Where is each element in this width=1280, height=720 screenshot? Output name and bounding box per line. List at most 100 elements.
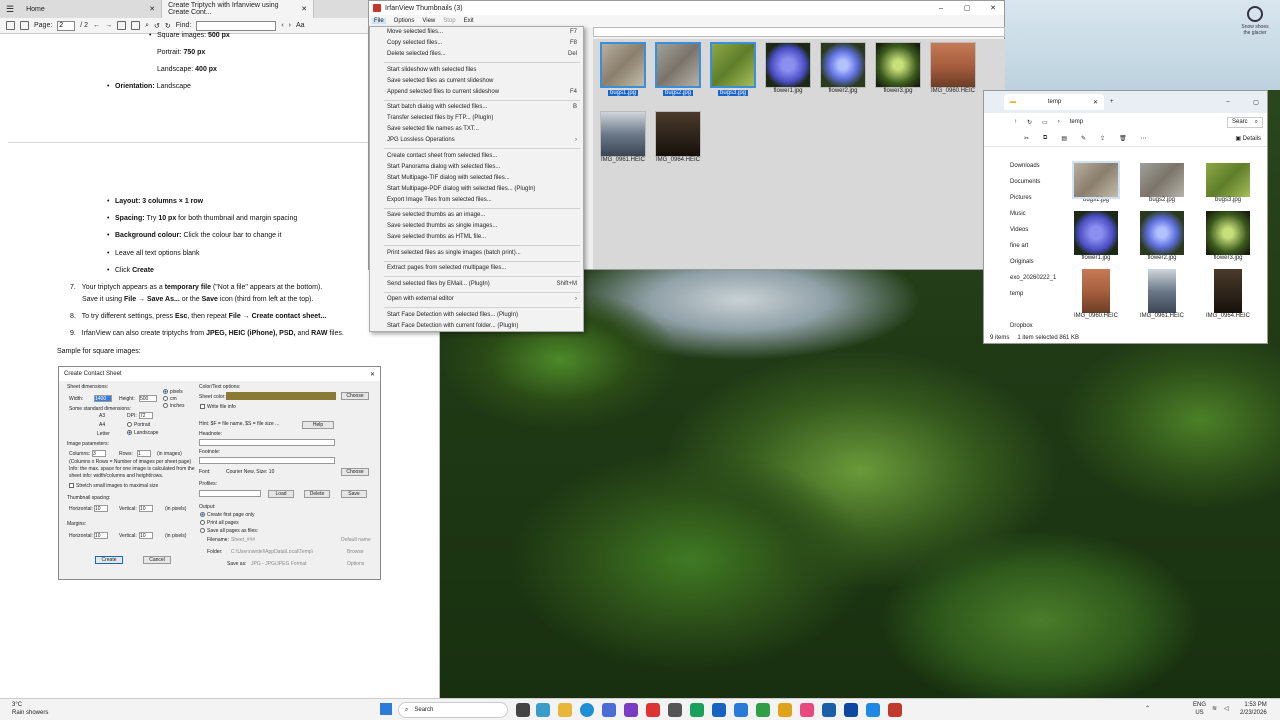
- menu-item-face-detect-files[interactable]: Start Face Detection with selected files…: [387, 312, 577, 318]
- store-icon[interactable]: [602, 703, 616, 717]
- paste-icon[interactable]: ▤: [1061, 135, 1067, 142]
- file-item[interactable]: bugs3.jpg: [1203, 163, 1253, 203]
- weather-widget[interactable]: 3°C Rain showers: [12, 701, 48, 717]
- volume-icon[interactable]: ◁: [1224, 705, 1229, 712]
- desktop-shortcut[interactable]: Snow shoes the glacier: [1235, 6, 1275, 36]
- new-tab-icon[interactable]: +: [1110, 99, 1114, 105]
- menu-item-append-slideshow[interactable]: Append selected files to current slidesh…: [387, 89, 577, 95]
- app-icon-3[interactable]: [668, 703, 682, 717]
- sidebar-item-originals[interactable]: Originals: [1010, 259, 1034, 265]
- file-item[interactable]: IMG_0964.HEIC: [1203, 269, 1253, 319]
- windows-start-icon[interactable]: [380, 703, 392, 715]
- open-file-icon[interactable]: [6, 21, 15, 30]
- file-item[interactable]: bugs2.jpg: [1137, 163, 1187, 203]
- app-icon-10[interactable]: [822, 703, 836, 717]
- breadcrumb[interactable]: temp: [1070, 119, 1083, 125]
- thumbnail[interactable]: flower3.jpg: [872, 42, 924, 94]
- rotate-right-icon[interactable]: ↻: [165, 22, 171, 30]
- menu-item-save-slideshow[interactable]: Save selected files as current slideshow: [387, 78, 577, 84]
- app-icon-9[interactable]: [800, 703, 814, 717]
- up-arrow-icon[interactable]: ↑: [1014, 119, 1017, 125]
- app-icon-7[interactable]: [756, 703, 770, 717]
- copilot-icon[interactable]: [536, 703, 550, 717]
- sidebar-item-temp[interactable]: temp: [1010, 291, 1023, 297]
- app-icon-5[interactable]: [712, 703, 726, 717]
- find-input[interactable]: [196, 20, 277, 31]
- app-icon-2[interactable]: [646, 703, 660, 717]
- file-item[interactable]: flower1.jpg: [1071, 211, 1121, 261]
- print-icon[interactable]: [20, 21, 29, 30]
- sidebar-item-dropbox[interactable]: Dropbox: [1010, 323, 1033, 329]
- thumbnail[interactable]: IMG_0964.HEIC: [652, 111, 704, 163]
- rename-icon[interactable]: ✎: [1081, 135, 1086, 142]
- menu-item-multipage-pdf[interactable]: Start Multipage-PDF dialog with selected…: [387, 186, 577, 192]
- close-icon[interactable]: ✕: [301, 5, 307, 13]
- file-item[interactable]: IMG_0960.HEIC: [1071, 269, 1121, 319]
- fit-width-icon[interactable]: [131, 21, 141, 30]
- task-view-icon[interactable]: [516, 703, 530, 717]
- tab-temp[interactable]: ▬ temp ✕: [1004, 94, 1104, 110]
- more-icon[interactable]: ⋯: [1141, 135, 1147, 142]
- copy-icon[interactable]: ⧉: [1043, 135, 1047, 142]
- close-icon[interactable]: ✕: [1093, 99, 1098, 106]
- menu-item-multipage-tif[interactable]: Start Multipage-TIF dialog with selected…: [387, 175, 577, 181]
- menu-item-export-tiles[interactable]: Export Image Tiles from selected files..…: [387, 197, 577, 203]
- next-page-icon[interactable]: →: [105, 22, 112, 29]
- menu-item-save-thumbs-html[interactable]: Save selected thumbs as HTML file...: [387, 234, 577, 240]
- app-icon-6[interactable]: [734, 703, 748, 717]
- close-icon[interactable]: ✕: [982, 4, 1004, 12]
- menu-view[interactable]: View: [422, 18, 435, 24]
- menu-item-email[interactable]: Send selected files by EMail... (PlugIn)…: [387, 281, 577, 287]
- sidebar-item-documents[interactable]: Documents: [1010, 179, 1040, 185]
- thumbnail[interactable]: IMG_0961.HEIC: [597, 111, 649, 163]
- zoom-icon[interactable]: ⌕: [145, 22, 149, 30]
- file-item[interactable]: flower3.jpg: [1203, 211, 1253, 261]
- thumbnail[interactable]: bugs1.jpg: [597, 42, 649, 96]
- menu-item-extract-pages[interactable]: Extract pages from selected multipage fi…: [387, 265, 577, 271]
- menu-item-copy[interactable]: Copy selected files... F8: [387, 40, 577, 46]
- irfanview-taskbar-icon[interactable]: [888, 703, 902, 717]
- sidebar-item-fine-art[interactable]: fine art: [1010, 243, 1028, 249]
- tray-overflow-icon[interactable]: ⌃: [1145, 705, 1150, 712]
- edge-icon[interactable]: [580, 703, 594, 717]
- rotate-left-icon[interactable]: ↺: [154, 22, 160, 30]
- minimize-icon[interactable]: –: [1217, 99, 1239, 105]
- sidebar-item-pictures[interactable]: Pictures: [1010, 195, 1032, 201]
- page-number-input[interactable]: [57, 20, 76, 31]
- tab-home[interactable]: Home ✕: [20, 0, 163, 18]
- thumbnail[interactable]: bugs3.jpg: [707, 42, 759, 96]
- maximize-icon[interactable]: ▢: [956, 4, 978, 12]
- menu-item-panorama[interactable]: Start Panorama dialog with selected file…: [387, 164, 577, 170]
- cut-icon[interactable]: ✂: [1024, 135, 1029, 142]
- menu-item-delete[interactable]: Delete selected files... Del: [387, 51, 577, 57]
- thumbnail[interactable]: flower2.jpg: [817, 42, 869, 94]
- file-item[interactable]: bugs1.jpg: [1071, 161, 1121, 203]
- monitor-icon[interactable]: ▭: [1042, 119, 1048, 126]
- language-indicator[interactable]: ENG US: [1193, 701, 1206, 717]
- menu-exit[interactable]: Exit: [464, 18, 474, 24]
- menu-file[interactable]: File: [372, 18, 386, 24]
- maximize-icon[interactable]: ▢: [1245, 99, 1267, 106]
- app-icon-1[interactable]: [624, 703, 638, 717]
- file-item[interactable]: IMG_0961.HEIC: [1137, 269, 1187, 319]
- thumbnail[interactable]: flower1.jpg: [762, 42, 814, 94]
- find-next-icon[interactable]: ›: [289, 22, 291, 29]
- minimize-icon[interactable]: –: [930, 5, 952, 12]
- app-icon-12[interactable]: [866, 703, 880, 717]
- menu-item-jpg-lossless[interactable]: JPG Lossless Operations ›: [387, 137, 577, 143]
- search-box[interactable]: Searc ⌕: [1227, 116, 1263, 128]
- menu-item-batch[interactable]: Start batch dialog with selected files..…: [387, 104, 577, 110]
- menu-item-save-thumbs-image[interactable]: Save selected thumbs as an image...: [387, 212, 577, 218]
- thumbnail[interactable]: bugs2.jpg: [652, 42, 704, 96]
- menu-item-save-thumbs-single[interactable]: Save selected thumbs as single images...: [387, 223, 577, 229]
- sidebar-item-music[interactable]: Music: [1010, 211, 1026, 217]
- fit-page-icon[interactable]: [117, 21, 127, 30]
- menu-item-slideshow[interactable]: Start slideshow with selected files: [387, 67, 577, 73]
- sidebar-item-exo-folder[interactable]: exo_20260222_1: [1010, 275, 1056, 281]
- find-prev-icon[interactable]: ‹: [281, 22, 283, 29]
- font-size-icon[interactable]: Aa: [296, 22, 305, 29]
- menu-item-move[interactable]: Move selected files... F7: [387, 29, 577, 35]
- details-button[interactable]: ▣ Details: [1235, 135, 1261, 142]
- prev-page-icon[interactable]: ←: [93, 22, 100, 29]
- app-icon-4[interactable]: [690, 703, 704, 717]
